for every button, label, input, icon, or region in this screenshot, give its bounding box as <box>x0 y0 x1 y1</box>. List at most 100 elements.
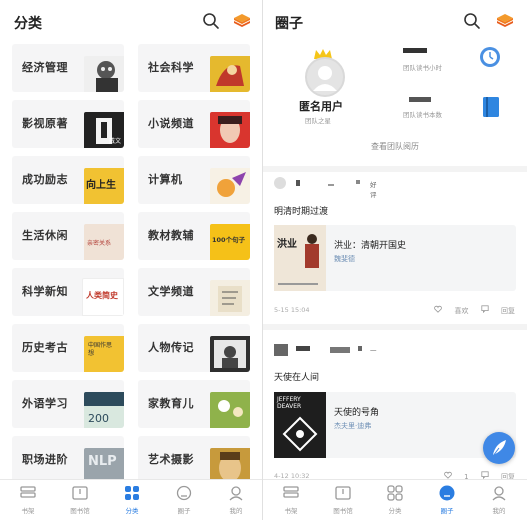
avatar[interactable] <box>305 57 345 97</box>
book-icon <box>483 97 499 117</box>
category-item-social-science[interactable]: 社会科学 <box>138 44 250 92</box>
cover-text: 100个句子 <box>212 236 246 244</box>
category-item-history[interactable]: 历史考古 中国作思想 <box>12 324 124 372</box>
nav-circle[interactable]: 圈子 <box>421 484 473 518</box>
feather-pen-icon <box>492 440 506 457</box>
circle-icon <box>439 485 455 501</box>
rating-mark <box>356 180 360 184</box>
post-card: 好评 明清时期过渡 洪业 洪业：清朝开国史 魏斐德 5-15 15:04 喜欢 … <box>263 172 527 324</box>
category-label: 生活休闲 <box>22 229 68 242</box>
post-text: 明清时期过渡 <box>274 207 329 217</box>
category-item-computer[interactable]: 计算机 <box>138 156 250 204</box>
category-item-career[interactable]: 职场进阶 NLP <box>12 436 124 484</box>
book-cover-thumbnail <box>210 280 250 316</box>
cover-text: 向上生 <box>86 180 116 191</box>
reply-button[interactable]: 回复 <box>481 305 515 315</box>
nav-bookshelf[interactable]: 书架 <box>2 484 54 518</box>
avatar[interactable] <box>274 177 286 189</box>
redacted-name <box>330 347 350 353</box>
reply-label: 回复 <box>501 307 515 315</box>
nav-profile[interactable]: 我的 <box>473 484 525 518</box>
nav-label: 书架 <box>284 507 298 515</box>
nav-library[interactable]: 图书馆 <box>317 484 369 518</box>
category-icon <box>387 485 403 501</box>
category-item-literature[interactable]: 文学频道 <box>138 268 250 316</box>
cover-text: 中国作思想 <box>88 342 113 357</box>
category-item-economics[interactable]: 经济管理 <box>12 44 124 92</box>
book-card[interactable]: JEFFERY DEAVER 天使的号角 杰夫里·迪弗 <box>274 392 516 458</box>
category-icon <box>125 486 139 500</box>
heart-icon <box>434 305 443 313</box>
category-label: 职场进阶 <box>22 453 68 466</box>
nav-label: 圈子 <box>440 507 454 515</box>
category-item-science[interactable]: 科学新知 人类简史 <box>12 268 124 316</box>
category-label: 影视原著 <box>22 117 68 130</box>
category-item-biography[interactable]: 人物传记 <box>138 324 250 372</box>
book-cover-thumbnail: 中国作思想 <box>84 336 124 372</box>
library-icon <box>335 486 351 500</box>
view-team-history-link[interactable]: 查看团队阅历 <box>263 141 527 152</box>
profile-icon <box>492 486 506 501</box>
category-header: 分类 <box>0 0 262 44</box>
book-cover-thumbnail <box>84 56 124 92</box>
nav-bookshelf[interactable]: 书架 <box>265 484 317 518</box>
nav-profile[interactable]: 我的 <box>210 484 262 518</box>
cover-text: 洪业 <box>277 239 297 250</box>
book-cover: JEFFERY DEAVER <box>274 392 326 458</box>
book-cover-thumbnail: 100个句子 <box>210 224 250 260</box>
compose-button[interactable] <box>483 432 515 464</box>
nav-label: 分类 <box>125 507 139 515</box>
book-cover-thumbnail: 戴文 <box>84 112 124 148</box>
category-item-textbooks[interactable]: 教材教辅 100个句子 <box>138 212 250 260</box>
nav-circle[interactable]: 圈子 <box>158 484 210 518</box>
category-item-parenting[interactable]: 家教育儿 <box>138 380 250 428</box>
redacted-avatar <box>274 344 288 356</box>
comment-icon <box>481 305 489 314</box>
nav-category[interactable]: 分类 <box>369 484 421 518</box>
category-item-art-photography[interactable]: 艺术摄影 <box>138 436 250 484</box>
rating-mark <box>358 346 362 351</box>
layers-icon[interactable] <box>495 11 515 31</box>
category-label: 文学频道 <box>148 285 194 298</box>
book-cover-thumbnail: 人类简史 <box>82 278 124 316</box>
layers-icon[interactable] <box>232 11 252 31</box>
category-label: 社会科学 <box>148 61 194 74</box>
category-label: 外语学习 <box>22 397 68 410</box>
category-item-success-motivation[interactable]: 成功励志 向上生 <box>12 156 124 204</box>
profile-icon <box>229 486 243 501</box>
book-cover-thumbnail <box>210 392 250 428</box>
search-icon[interactable] <box>463 12 481 30</box>
like-button[interactable]: 喜欢 <box>434 305 469 315</box>
category-item-film-originals[interactable]: 影视原著 戴文 <box>12 100 124 148</box>
nav-label: 图书馆 <box>333 507 353 515</box>
category-label: 经济管理 <box>22 61 68 74</box>
cover-text: 亲密关系 <box>87 240 112 247</box>
category-label: 科学新知 <box>22 285 68 298</box>
book-author: 魏斐德 <box>334 255 355 263</box>
user-silhouette-icon <box>313 66 337 91</box>
nav-library[interactable]: 图书馆 <box>54 484 106 518</box>
post-text: 天使在人间 <box>274 373 320 383</box>
category-label: 计算机 <box>148 173 183 186</box>
category-label: 小说频道 <box>148 117 194 130</box>
redacted-value <box>409 97 431 102</box>
search-icon[interactable] <box>202 12 220 30</box>
cover-text: 戴文 <box>108 138 121 145</box>
category-item-life-leisure[interactable]: 生活休闲 亲密关系 <box>12 212 124 260</box>
category-item-foreign-language[interactable]: 外语学习 200 <box>12 380 124 428</box>
category-label: 人物传记 <box>148 341 194 354</box>
category-label: 艺术摄影 <box>148 453 194 466</box>
category-label: 历史考古 <box>22 341 68 354</box>
nav-category[interactable]: 分类 <box>106 484 158 518</box>
cover-text: JEFFERY DEAVER <box>277 396 302 410</box>
library-icon <box>72 486 88 500</box>
redacted-value <box>403 48 427 53</box>
team-subtitle: 团队之星 <box>305 117 331 125</box>
book-card[interactable]: 洪业 洪业：清朝开国史 魏斐德 <box>274 225 516 291</box>
nav-label: 分类 <box>388 507 402 515</box>
rating-badge: 一 <box>370 347 377 355</box>
category-item-novels[interactable]: 小说频道 <box>138 100 250 148</box>
category-label: 家教育儿 <box>148 397 194 410</box>
cover-text: NLP <box>88 454 117 469</box>
circle-header: 圈子 <box>263 0 527 44</box>
